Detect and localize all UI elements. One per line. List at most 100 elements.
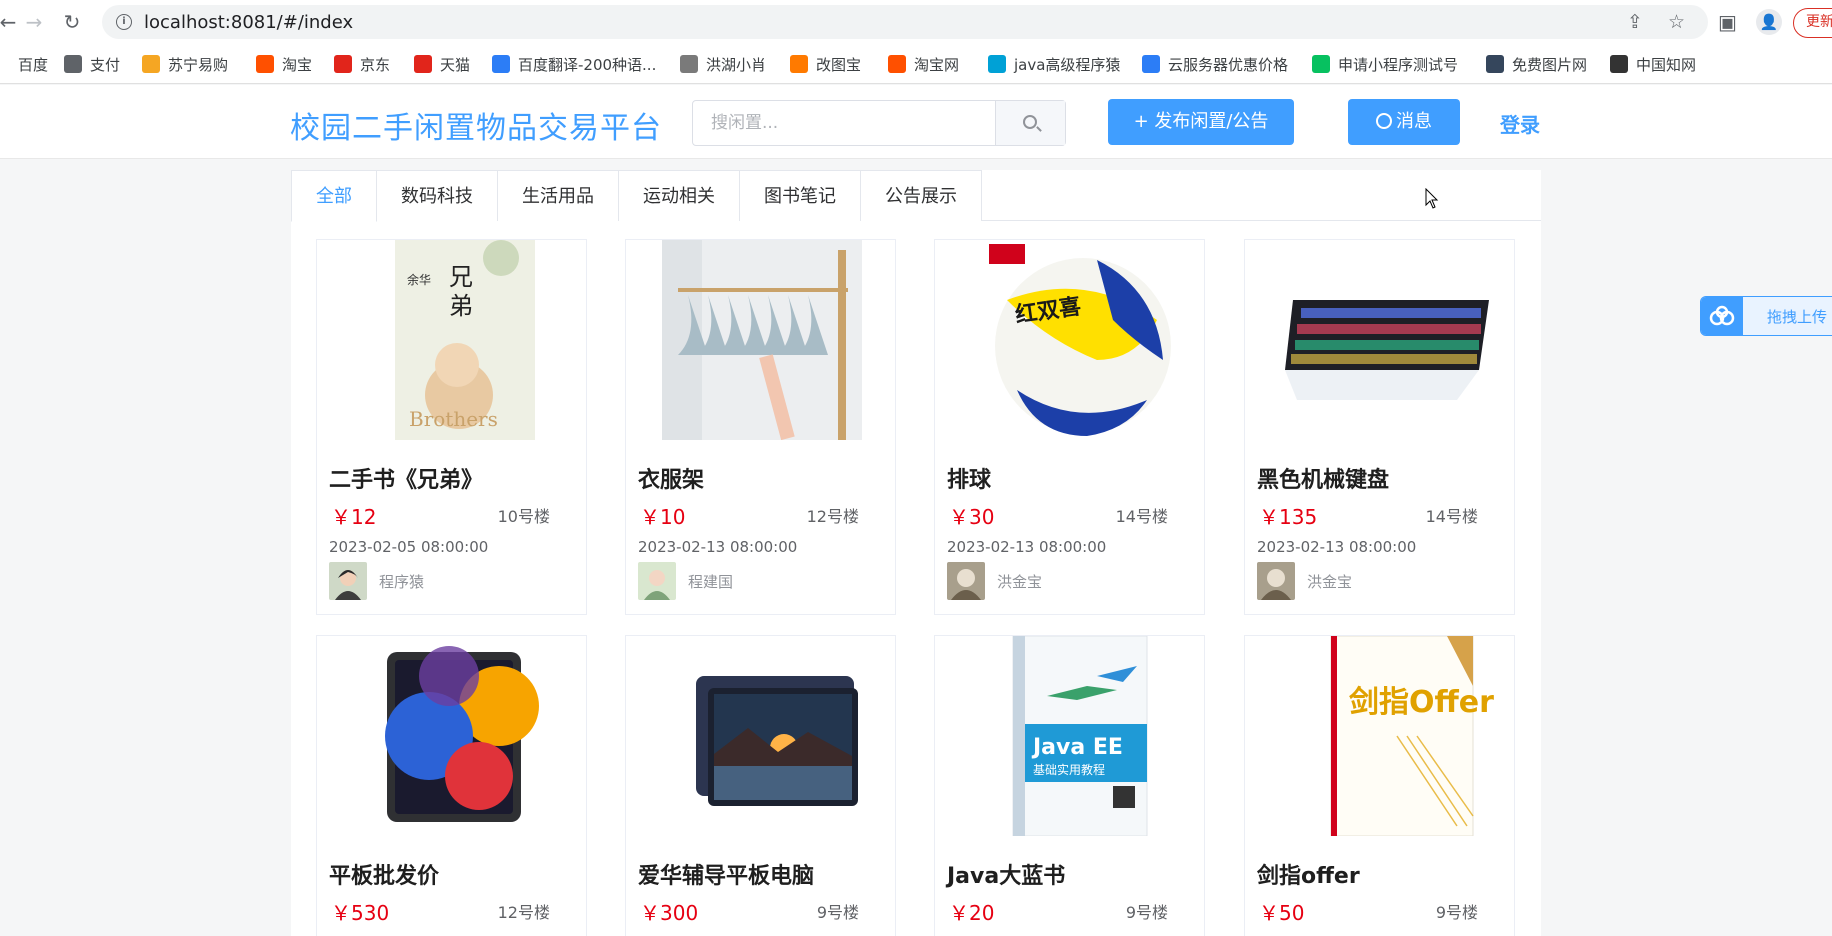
tab-1[interactable]: 数码科技 [377, 170, 498, 221]
globe-icon [64, 55, 82, 73]
bookmark-item[interactable]: 淘宝 [256, 52, 312, 76]
product-card[interactable]: 红双喜 排球 ￥30 14号楼 2023-02-13 08:00:00 洪金宝 [934, 239, 1205, 615]
search-icon [1023, 115, 1037, 129]
bookmark-label: 中国知网 [1636, 55, 1697, 74]
seller-avatar[interactable] [329, 562, 367, 600]
seller-avatar[interactable] [1257, 562, 1295, 600]
message-label: 消息 [1396, 111, 1432, 132]
bookmark-star-icon[interactable]: ☆ [1668, 11, 1685, 33]
product-card[interactable]: 衣服架 ￥10 12号楼 2023-02-13 08:00:00 程建国 [625, 239, 896, 615]
bookmark-item[interactable]: java高级程序猿 [988, 52, 1120, 76]
product-title[interactable]: 排球 [947, 462, 991, 494]
product-title[interactable]: 二手书《兄弟》 [329, 462, 483, 494]
seller-avatar[interactable] [638, 562, 676, 600]
product-image[interactable] [638, 636, 885, 836]
product-card[interactable]: 爱华辅导平板电脑 ￥300 9号楼 [625, 635, 896, 936]
svg-text:剑指Offer: 剑指Offer [1349, 685, 1494, 720]
bookmark-item[interactable]: 淘宝网 [888, 52, 959, 76]
product-price: ￥50 [1259, 901, 1305, 925]
product-image[interactable]: 余华 兄弟 Brothers [329, 240, 576, 440]
product-card[interactable]: Java EE 基础实用教程 Java大蓝书 ￥20 9号楼 [934, 635, 1205, 936]
bookmark-label: 百度翻译-200种语... [518, 55, 657, 74]
product-price: ￥300 [640, 901, 699, 925]
product-image[interactable] [638, 240, 885, 440]
browser-toolbar: ← → ↻ i localhost:8081/#/index ⇪ ☆ ▣ 👤 更… [0, 0, 1832, 44]
product-image[interactable]: Java EE 基础实用教程 [947, 636, 1194, 836]
seller-avatar[interactable] [947, 562, 985, 600]
bookmark-label: java高级程序猿 [1014, 55, 1121, 74]
message-button[interactable]: 消息 [1348, 99, 1460, 145]
product-title[interactable]: Java大蓝书 [947, 858, 1065, 890]
taobao-icon [888, 55, 906, 73]
bookmark-item[interactable]: 百度翻译-200种语... [492, 52, 656, 76]
baidu-icon [0, 55, 10, 73]
bookmark-item[interactable]: 天猫 [414, 52, 470, 76]
seller-name: 洪金宝 [1307, 573, 1353, 591]
bookmark-item[interactable]: 改图宝 [790, 52, 861, 76]
site-brand[interactable]: 校园二手闲置物品交易平台 [290, 103, 662, 147]
bookmark-item[interactable]: 洪湖小肖 [680, 52, 766, 76]
cnki-icon [1610, 55, 1628, 73]
forward-icon[interactable]: → [22, 10, 46, 34]
product-card[interactable]: 余华 兄弟 Brothers 二手书《兄弟》 ￥12 10号楼 2023-02-05 08:… [316, 239, 587, 615]
product-title[interactable]: 剑指offer [1257, 858, 1360, 890]
svg-text:Java EE: Java EE [1031, 735, 1123, 760]
login-link[interactable]: 登录 [1500, 109, 1540, 138]
product-price: ￥530 [331, 901, 390, 925]
product-date: 2023-02-13 08:00:00 [947, 538, 1107, 556]
tab-0[interactable]: 全部 [291, 170, 377, 222]
site-info-icon[interactable]: i [116, 14, 132, 30]
bookmark-item[interactable]: 苏宁易购 [142, 52, 228, 76]
product-price: ￥12 [331, 505, 377, 529]
bookmark-item[interactable]: 京东 [334, 52, 390, 76]
suning-icon [142, 55, 160, 73]
reload-icon[interactable]: ↻ [60, 10, 84, 34]
product-location: 12号楼 [497, 903, 550, 922]
bookmark-item[interactable]: 云服务器优惠价格 [1142, 52, 1288, 76]
product-image[interactable]: 剑指Offer [1257, 636, 1504, 836]
tmall-icon [414, 55, 432, 73]
tab-5[interactable]: 公告展示 [861, 170, 982, 221]
tab-3[interactable]: 运动相关 [619, 170, 740, 221]
product-location: 12号楼 [806, 507, 859, 526]
product-image[interactable] [1257, 240, 1504, 440]
bookmark-label: 天猫 [440, 55, 471, 74]
bookmark-item[interactable]: 支付 [64, 52, 120, 76]
side-panel-icon[interactable]: ▣ [1718, 10, 1737, 34]
profile-icon[interactable]: 👤 [1756, 9, 1782, 35]
tab-4[interactable]: 图书笔记 [740, 170, 861, 221]
bookmark-label: 苏宁易购 [168, 55, 229, 74]
mouse-cursor-icon [1425, 188, 1439, 209]
publish-button[interactable]: + 发布闲置/公告 [1108, 99, 1294, 145]
product-price: ￥20 [949, 901, 995, 925]
bookmark-item[interactable]: 免费图片网 [1486, 52, 1587, 76]
search-button[interactable] [995, 101, 1065, 145]
product-image[interactable]: 红双喜 [947, 240, 1194, 440]
product-title[interactable]: 衣服架 [638, 462, 704, 494]
product-title[interactable]: 黑色机械键盘 [1257, 462, 1389, 494]
url-text[interactable]: localhost:8081/#/index [144, 12, 353, 33]
product-location: 14号楼 [1115, 507, 1168, 526]
search-input[interactable] [693, 101, 995, 145]
update-button[interactable]: 更新 [1793, 8, 1832, 38]
upload-widget[interactable]: 拖拽上传 [1700, 296, 1832, 336]
product-card[interactable]: 平板批发价 ￥530 12号楼 [316, 635, 587, 936]
tab-2[interactable]: 生活用品 [498, 170, 619, 221]
product-card[interactable]: 黑色机械键盘 ￥135 14号楼 2023-02-13 08:00:00 洪金宝 [1244, 239, 1515, 615]
product-date: 2023-02-13 08:00:00 [638, 538, 798, 556]
bookmark-item[interactable]: 百度 [0, 52, 48, 76]
back-icon[interactable]: ← [0, 10, 20, 34]
app-header: 校园二手闲置物品交易平台 + 发布闲置/公告 消息 登录 [0, 85, 1832, 159]
address-bar[interactable]: i localhost:8081/#/index ⇪ ☆ [102, 5, 1708, 39]
product-image[interactable] [329, 636, 576, 836]
product-title[interactable]: 爱华辅导平板电脑 [638, 858, 814, 890]
bookmark-label: 京东 [360, 55, 391, 74]
bookmark-item[interactable]: 申请小程序测试号 [1312, 52, 1458, 76]
bookmark-item[interactable]: 中国知网 [1610, 52, 1696, 76]
category-tabs: 全部 数码科技 生活用品 运动相关 图书笔记 公告展示 [291, 170, 1541, 222]
product-card[interactable]: 剑指Offer 剑指offer ￥50 9号楼 [1244, 635, 1515, 936]
product-title[interactable]: 平板批发价 [329, 858, 439, 890]
bookmark-label: 淘宝 [282, 55, 313, 74]
share-icon[interactable]: ⇪ [1627, 11, 1643, 33]
product-price: ￥10 [640, 505, 686, 529]
